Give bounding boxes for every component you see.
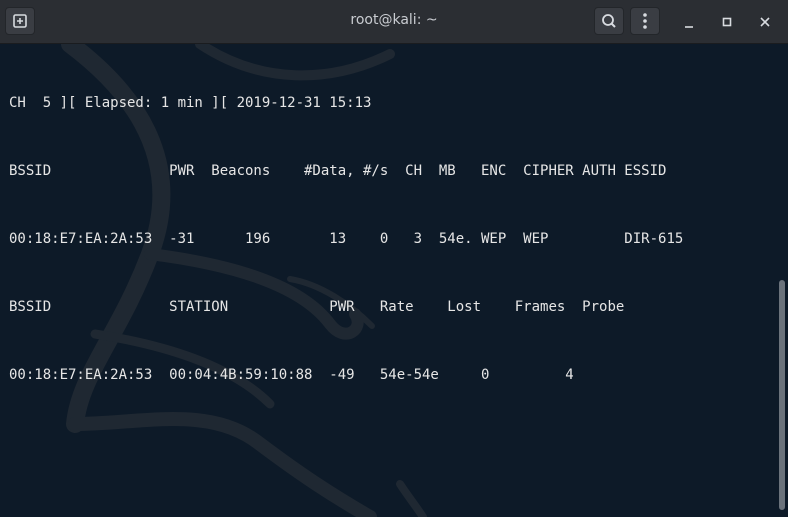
kebab-menu-icon [643,13,647,29]
terminal-window: root@kali: ~ CH 5][Elapsed: 1 min][2… [0,0,788,517]
title-bar: root@kali: ~ [0,0,788,44]
search-icon [602,14,616,28]
close-button[interactable] [752,10,778,34]
window-title: root@kali: ~ [350,12,438,28]
scrollbar[interactable] [779,280,785,510]
terminal-line: 00:18:E7:EA:2A:53 00:04:4B:59:10:88 -49 … [9,367,574,383]
maximize-button[interactable] [714,10,740,34]
terminal-output-area[interactable]: CH 5 ][ Elapsed: 1 min ][ 2019-12-31 15:… [0,44,788,517]
terminal-line: CH 5 ][ Elapsed: 1 min ][ 2019-12-31 15:… [9,95,372,111]
maximize-icon [722,17,732,27]
minimize-icon [685,26,693,28]
terminal-text: CH 5 ][ Elapsed: 1 min ][ 2019-12-31 15:… [9,62,683,434]
close-icon [760,17,770,27]
minimize-button[interactable] [676,10,702,34]
terminal-line: BSSID STATION PWR Rate Lost Frames Probe [9,299,625,315]
search-button[interactable] [594,7,624,35]
terminal-line: BSSID PWR Beacons #Data, #/s CH MB ENC C… [9,163,667,179]
terminal-line: 00:18:E7:EA:2A:53 -31 196 13 0 3 54e. WE… [9,231,684,247]
menu-button[interactable] [630,7,660,35]
